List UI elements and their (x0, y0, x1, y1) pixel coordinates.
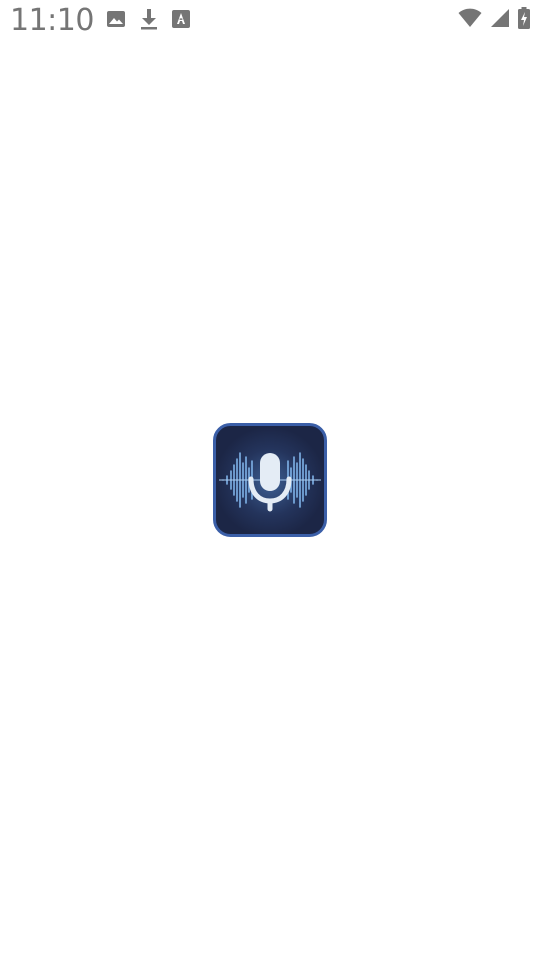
cellular-signal-icon (490, 8, 510, 28)
download-icon (140, 8, 158, 30)
splash-screen: 11:10 (0, 0, 540, 960)
status-notification-icons (106, 8, 190, 30)
status-system-icons (458, 6, 530, 30)
battery-charging-icon (518, 7, 530, 29)
voice-recorder-app-icon (213, 423, 327, 537)
status-time: 11:10 (10, 3, 94, 38)
wifi-icon (458, 8, 482, 28)
image-icon (106, 9, 126, 29)
font-download-icon (172, 10, 190, 28)
status-bar: 11:10 (0, 0, 540, 40)
